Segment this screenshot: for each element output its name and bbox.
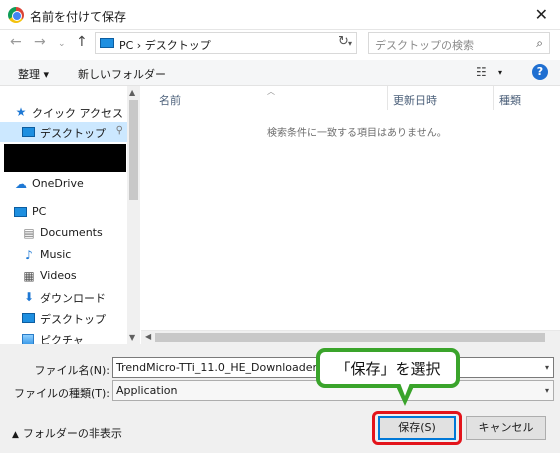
pc-icon (14, 207, 27, 217)
star-icon: ★ (15, 105, 27, 119)
nav-label: Documents (40, 226, 103, 239)
film-icon: ▦ (23, 269, 35, 283)
column-header-name[interactable]: 名前 (159, 92, 181, 108)
nav-item-pc[interactable]: PC (0, 202, 127, 222)
pin-icon: ⚲ (115, 125, 123, 136)
file-list: ︿ 名前 更新日時 種類 検索条件に一致する項目はありません。 (141, 86, 560, 344)
column-divider[interactable] (493, 86, 494, 110)
picture-icon (22, 334, 34, 344)
navigation-pane: ★ クイック アクセス デスクトップ ⚲ ☁ OneDrive PC ▤ Doc… (0, 86, 140, 344)
title-bar: 名前を付けて保存 ✕ (0, 0, 560, 30)
callout-tail-inner (400, 383, 410, 396)
chevron-up-icon: ▲ (12, 430, 19, 440)
filetype-label: ファイルの種類(T): (13, 387, 110, 400)
filename-label: ファイル名(N): (34, 364, 110, 377)
command-toolbar: 整理 ▾ 新しいフォルダー ☷ ▾ ? (0, 60, 560, 86)
cloud-icon: ☁ (15, 177, 27, 191)
redacted-block (4, 144, 126, 172)
hide-folders-label: フォルダーの非表示 (22, 427, 122, 440)
download-arrow-icon: ⬇ (23, 290, 35, 304)
nav-label: Videos (40, 269, 77, 282)
empty-message: 検索条件に一致する項目はありません。 (267, 128, 447, 139)
nav-item-videos[interactable]: ▦ Videos (0, 266, 127, 286)
nav-label: Music (40, 248, 72, 261)
view-options-icon[interactable]: ☷ (476, 65, 487, 79)
nav-item-documents[interactable]: ▤ Documents (0, 223, 127, 243)
nav-item-pictures[interactable]: ピクチャ (0, 329, 127, 344)
forward-arrow-icon[interactable]: → (34, 34, 46, 50)
nav-vertical-scrollbar[interactable]: ▲ ▼ (127, 86, 140, 344)
nav-label: デスクトップ (40, 127, 106, 140)
scroll-left-arrow-icon[interactable]: ◀ (145, 332, 151, 341)
nav-label: PC (32, 205, 47, 218)
help-icon[interactable]: ? (532, 64, 548, 80)
view-dropdown-chevron-icon[interactable]: ▾ (498, 68, 502, 77)
nav-item-downloads[interactable]: ⬇ ダウンロード (0, 287, 127, 307)
sort-chevron-icon: ︿ (267, 87, 275, 96)
nav-item-music[interactable]: ♪ Music (0, 245, 127, 265)
document-icon: ▤ (23, 226, 35, 240)
column-header-date[interactable]: 更新日時 (393, 92, 437, 108)
nav-item-desktop-pinned[interactable]: デスクトップ ⚲ (0, 122, 127, 142)
refresh-icon[interactable]: ↻ (338, 34, 349, 49)
callout-annotation: 「保存」を選択 (316, 348, 460, 388)
recent-locations-chevron-icon[interactable]: ⌄ (58, 39, 66, 49)
nav-item-quick-access[interactable]: ★ クイック アクセス (0, 102, 127, 122)
search-icon[interactable]: ⌕ (536, 36, 543, 51)
filetype-value: Application (116, 384, 178, 397)
search-placeholder: デスクトップの検索 (375, 39, 474, 52)
nav-label: OneDrive (32, 177, 84, 190)
search-input[interactable]: デスクトップの検索 ⌕ (368, 32, 550, 54)
pc-monitor-icon (100, 38, 114, 48)
nav-label: ダウンロード (40, 292, 106, 305)
address-bar[interactable]: PC › デスクトップ ▾ (95, 32, 357, 54)
chrome-icon (8, 7, 24, 23)
filename-value: TrendMicro-TTi_11.0_HE_Downloader (116, 361, 318, 374)
desktop-icon (22, 313, 35, 323)
scroll-up-arrow-icon[interactable]: ▲ (129, 88, 135, 97)
window-title: 名前を付けて保存 (30, 10, 127, 24)
scroll-down-arrow-icon[interactable]: ▼ (129, 333, 135, 342)
horizontal-scrollbar[interactable]: ◀ (141, 330, 560, 344)
hide-folders-toggle[interactable]: ▲ フォルダーの非表示 (12, 425, 122, 441)
column-header-type[interactable]: 種類 (499, 92, 521, 108)
music-note-icon: ♪ (25, 248, 33, 262)
filetype-dropdown-chevron-icon[interactable]: ▾ (545, 386, 549, 395)
nav-label: ピクチャ (40, 334, 84, 344)
scrollbar-thumb[interactable] (129, 100, 138, 200)
nav-item-desktop[interactable]: デスクトップ (0, 308, 127, 328)
nav-label: クイック アクセス (32, 107, 123, 120)
new-folder-button[interactable]: 新しいフォルダー (78, 66, 166, 82)
address-path: PC › デスクトップ (119, 39, 211, 52)
nav-label: デスクトップ (40, 313, 106, 326)
scrollbar-thumb[interactable] (155, 333, 545, 342)
nav-item-onedrive[interactable]: ☁ OneDrive (0, 174, 127, 194)
close-icon[interactable]: ✕ (535, 5, 548, 24)
organize-menu-button[interactable]: 整理 ▾ (18, 66, 49, 82)
save-highlight-annotation (372, 411, 462, 445)
up-arrow-icon[interactable]: ↑ (76, 34, 88, 50)
callout-text: 「保存」を選択 (335, 360, 441, 378)
cancel-button[interactable]: キャンセル (466, 416, 546, 440)
filename-dropdown-chevron-icon[interactable]: ▾ (545, 363, 549, 372)
column-divider[interactable] (387, 86, 388, 110)
desktop-icon (22, 127, 35, 137)
back-arrow-icon[interactable]: ← (10, 34, 22, 50)
